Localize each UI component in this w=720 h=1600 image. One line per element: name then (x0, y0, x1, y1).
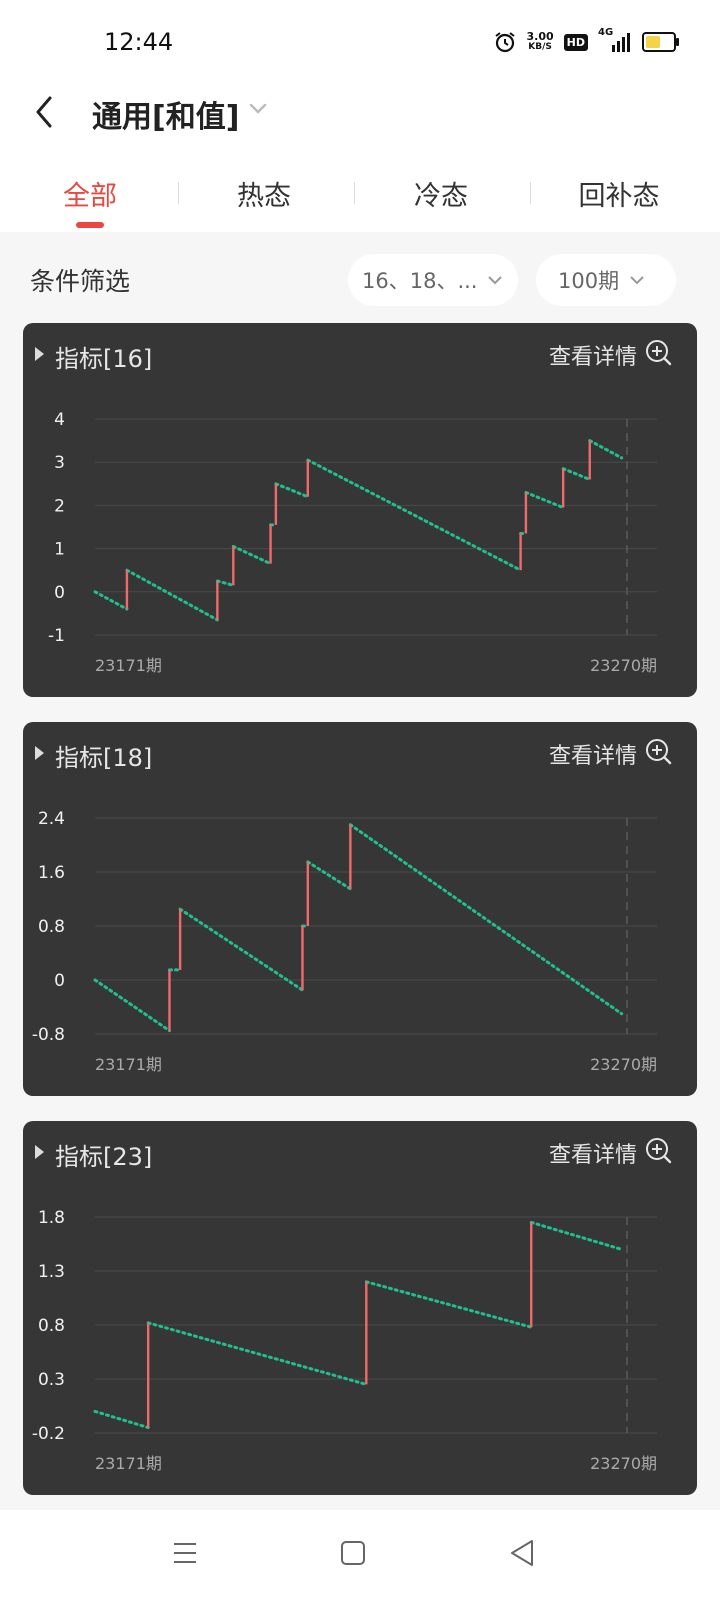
x-start-label: 23171期 (95, 1055, 162, 1074)
y-tick-label: 1.3 (38, 1262, 65, 1282)
tab-bar: 全部 热态 冷态 回补态 (0, 160, 720, 232)
decline-segment (588, 439, 624, 460)
decline-segment (306, 458, 523, 572)
network-speed: 3.00 KB/S (527, 31, 554, 53)
indicator-card[interactable]: 指标[16] 查看详情 4 3 2 1 0 -1 23171期 23270期 (23, 323, 697, 697)
decline-segment (93, 590, 129, 611)
condition-dropdown[interactable]: 16、18、... (348, 254, 518, 306)
x-start-label: 23171期 (95, 656, 162, 675)
chevron-down-icon (630, 276, 644, 285)
x-end-label: 23270期 (590, 656, 657, 675)
y-tick-label: 2 (54, 496, 65, 516)
y-tick-label: 4 (54, 410, 65, 430)
y-tick-label: 1 (54, 540, 65, 560)
decline-segment (215, 579, 235, 587)
y-tick-label: -0.8 (32, 1025, 65, 1045)
decline-segment (93, 1409, 150, 1430)
condition-value: 16、18、... (362, 269, 478, 293)
y-tick-label: 1.6 (38, 863, 65, 883)
active-tab-indicator (76, 222, 104, 228)
decline-segment (274, 482, 310, 499)
y-tick-label: 3 (54, 453, 65, 473)
network-speed-value: 3.00 (526, 30, 554, 43)
decline-segment (178, 907, 304, 992)
tab-divider (354, 182, 355, 204)
tab-rebound[interactable]: 回补态 (574, 174, 664, 213)
decline-segment (529, 1220, 624, 1251)
alarm-icon (494, 32, 515, 53)
tab-all[interactable]: 全部 (60, 174, 120, 213)
home-icon[interactable] (340, 1540, 366, 1566)
period-value: 100期 (558, 269, 620, 293)
hd-badge: HD (563, 33, 588, 51)
indicator-chart: 2.4 1.6 0.8 0 -0.8 23171期 23270期 (32, 809, 657, 1074)
decline-segment (561, 467, 592, 481)
status-bar: 12:44 3.00 KB/S HD 4G (0, 0, 720, 90)
indicator-chart: 1.8 1.3 0.8 0.3 -0.2 23171期 23270期 (32, 1208, 657, 1473)
x-end-label: 23270期 (590, 1055, 657, 1074)
x-start-label: 23171期 (95, 1454, 162, 1473)
period-dropdown[interactable]: 100期 (536, 254, 676, 306)
y-tick-label: 0.8 (38, 917, 65, 937)
page-title[interactable]: 通用[和值] (92, 92, 239, 136)
indicator-chart: 4 3 2 1 0 -1 23171期 23270期 (48, 410, 657, 675)
y-tick-label: 0 (54, 971, 65, 991)
tab-divider (530, 182, 531, 204)
decline-segment (146, 1321, 368, 1386)
filter-label: 条件筛选 (30, 267, 131, 296)
menu-icon[interactable] (172, 1540, 198, 1566)
signal-icon: 4G (598, 27, 632, 53)
tab-cold[interactable]: 冷态 (411, 174, 471, 213)
y-tick-label: 2.4 (38, 809, 65, 829)
y-tick-label: -1 (48, 626, 65, 646)
y-tick-label: 0 (54, 583, 65, 603)
decline-segment (348, 823, 624, 1016)
y-tick-label: 0.3 (38, 1370, 65, 1390)
decline-segment (364, 1280, 533, 1329)
page-header: 通用[和值] (0, 90, 720, 160)
back-icon[interactable] (508, 1538, 536, 1568)
back-arrow-icon[interactable] (30, 92, 60, 132)
y-tick-label: 1.8 (38, 1208, 65, 1228)
chevron-down-icon (488, 276, 503, 285)
status-icons: 3.00 KB/S HD 4G (493, 27, 679, 54)
network-speed-unit: KB/S (528, 42, 552, 52)
decline-segment (93, 978, 171, 1033)
indicator-card[interactable]: 指标[23] 查看详情 1.8 1.3 0.8 0.3 -0.2 23171期 23270期 (23, 1121, 697, 1495)
chevron-down-icon[interactable] (248, 102, 268, 116)
y-tick-label: -0.2 (32, 1424, 65, 1444)
indicator-card[interactable]: 指标[18] 查看详情 2.4 1.6 0.8 0 -0.8 23171期 23270期 (23, 722, 697, 1096)
tab-divider (178, 182, 179, 204)
decline-segment (125, 568, 219, 622)
system-nav-bar (0, 1510, 720, 1600)
tab-hot[interactable]: 热态 (234, 174, 294, 213)
decline-segment (306, 860, 352, 891)
y-tick-label: 0.8 (38, 1316, 65, 1336)
status-time: 12:44 (104, 28, 174, 56)
battery-icon (642, 32, 679, 52)
x-end-label: 23270期 (590, 1454, 657, 1473)
